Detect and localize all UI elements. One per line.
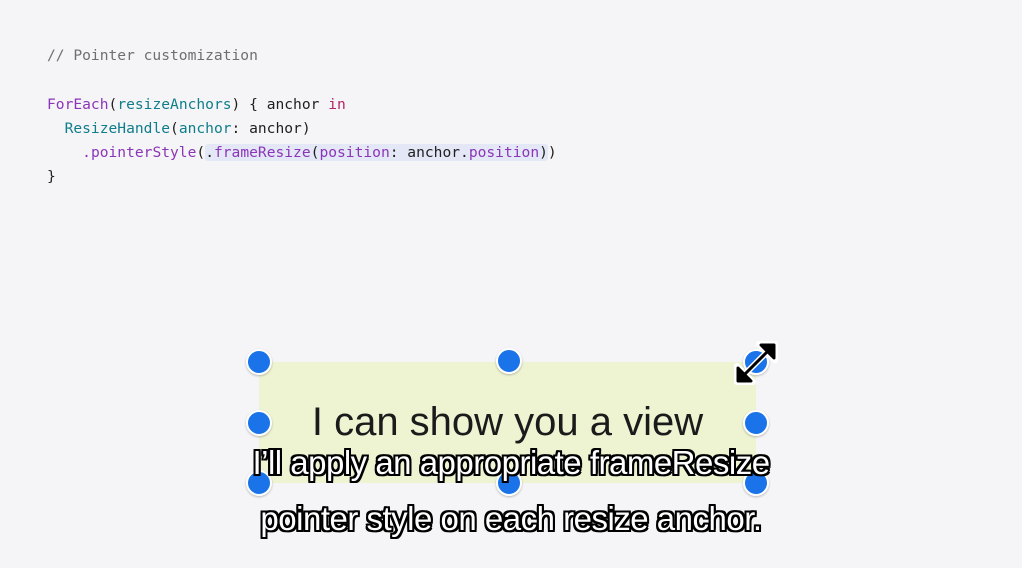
resize-handle-top[interactable]	[496, 348, 522, 374]
resize-handle-top-left[interactable]	[246, 349, 272, 375]
view-text: I can show you a view	[311, 400, 704, 444]
subtitle-line-1: I’ll apply an appropriate frameResize	[252, 444, 770, 481]
subtitle-line-2: pointer style on each resize anchor.	[260, 500, 762, 537]
resize-cursor-icon	[734, 341, 778, 385]
resize-handle-left[interactable]	[246, 410, 272, 436]
resize-handle-right[interactable]	[743, 410, 769, 436]
resize-demo: I can show you a view	[0, 0, 1022, 568]
